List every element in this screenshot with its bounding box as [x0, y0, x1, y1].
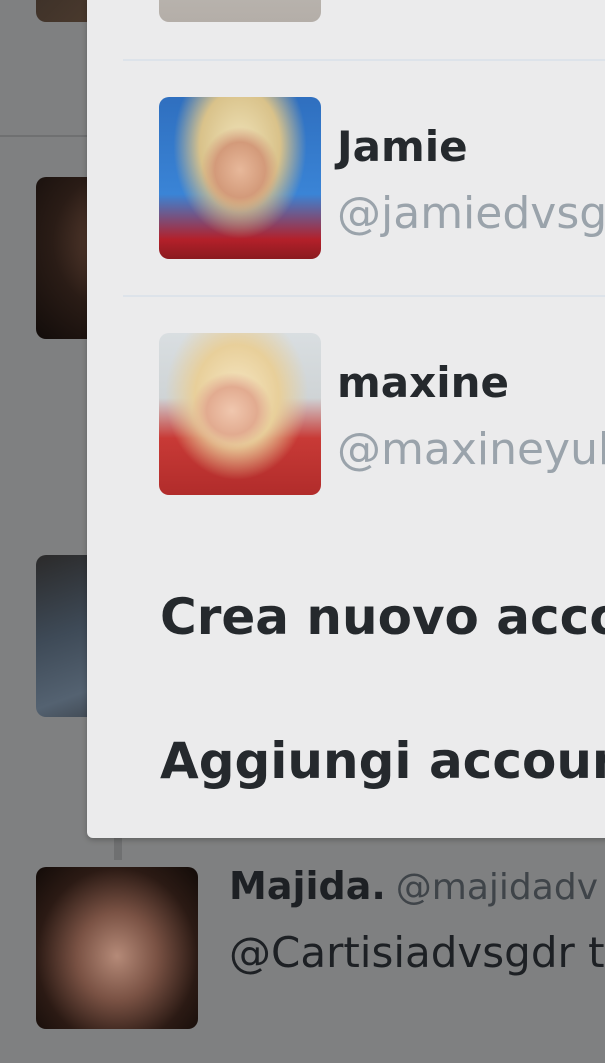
add-existing-account-button[interactable]: Aggiungi account e	[160, 732, 605, 790]
account-switcher-menu: Jamie @jamiedvsgd maxine @maxineyuk Crea…	[87, 0, 605, 838]
menu-separator	[123, 295, 605, 297]
tweet-author-name: Majida.	[229, 864, 386, 908]
account-handle: @jamiedvsgd	[337, 188, 605, 239]
menu-separator	[123, 59, 605, 61]
timeline-divider	[0, 135, 90, 137]
account-avatar	[159, 333, 321, 495]
account-avatar-partial[interactable]	[159, 0, 321, 22]
tweet-text[interactable]: @Cartisiadvsgdr t	[229, 928, 605, 977]
account-name: Jamie	[337, 122, 468, 171]
create-account-button[interactable]: Crea nuovo accoun	[160, 588, 605, 646]
tweet-author[interactable]: Majida. @majidadv	[229, 864, 598, 908]
tweet-author-handle: @majidadv	[395, 867, 598, 908]
account-name: maxine	[337, 358, 509, 407]
account-handle: @maxineyuk	[337, 424, 605, 475]
thread-line	[114, 836, 122, 860]
tweet-avatar-majida[interactable]	[36, 867, 198, 1029]
account-avatar	[159, 97, 321, 259]
